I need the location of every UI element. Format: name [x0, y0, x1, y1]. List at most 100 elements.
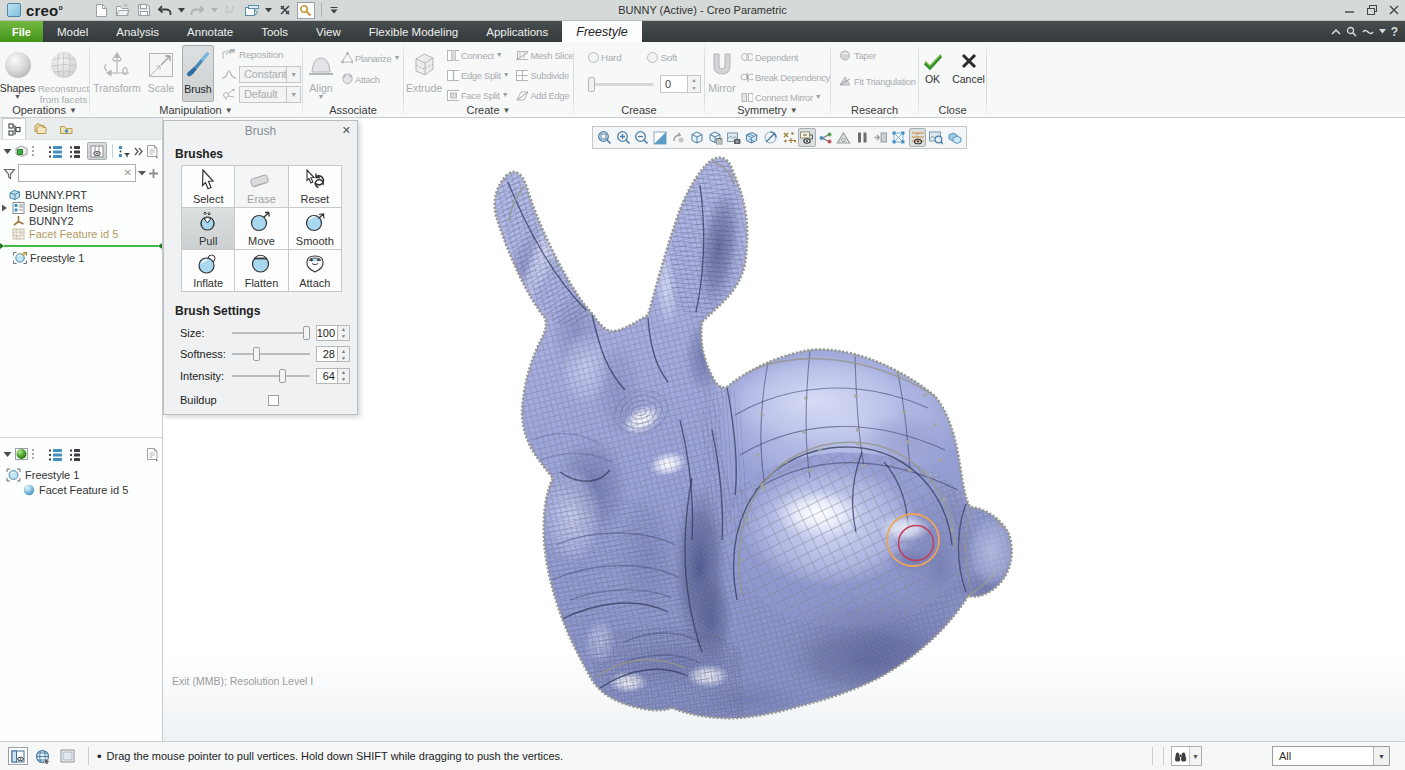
crease-value-input[interactable]: 0 [660, 75, 688, 93]
resume-button[interactable] [872, 128, 889, 147]
tree-collapse-all-button[interactable] [69, 142, 81, 160]
softness-slider[interactable] [232, 353, 310, 355]
brush-move-button[interactable]: Move [235, 208, 287, 249]
favorites-tab[interactable] [54, 118, 78, 139]
tree-settings-doc-button[interactable] [145, 142, 159, 160]
attach-button[interactable]: Attach [339, 70, 401, 88]
tab-flexible-modeling[interactable]: Flexible Modeling [355, 21, 473, 42]
brush-reset-button[interactable]: Reset [289, 166, 341, 207]
search-model-button[interactable] [297, 2, 315, 19]
mesh-slice-button[interactable]: Mesh Slice [514, 46, 573, 64]
zoom-out-button[interactable] [633, 128, 650, 147]
subdivide-button[interactable]: Subdivide [514, 66, 573, 84]
manipulation-group-label[interactable]: Manipulation▼ [90, 103, 302, 117]
help-icon[interactable]: ? [1391, 25, 1398, 39]
tree-item-design-items[interactable]: Design Items [0, 201, 162, 214]
create-group-label[interactable]: Create▼ [404, 103, 573, 117]
intensity-spinner[interactable]: ▲▼ [338, 368, 350, 384]
restore-button[interactable] [1361, 0, 1383, 20]
pane2-collapse-all-button[interactable] [69, 445, 81, 463]
tree-item-freestyle[interactable]: Freestyle 1 [0, 251, 162, 264]
filter-clear-icon[interactable]: ✕ [124, 167, 132, 178]
dependent-button[interactable]: Dependent [739, 48, 830, 66]
close-button[interactable] [1383, 0, 1405, 20]
softness-value-input[interactable]: 28 [316, 346, 338, 362]
brush-inflate-button[interactable]: Inflate [182, 250, 234, 291]
minimize-ribbon-icon[interactable] [1331, 28, 1341, 36]
control-mesh-button[interactable] [890, 128, 907, 147]
regenerate-button[interactable] [222, 2, 240, 19]
tree-filter-input[interactable]: ✕ [18, 164, 136, 182]
brush-pull-button[interactable]: Pull [182, 208, 234, 249]
filter-dropdown[interactable] [138, 164, 146, 182]
display-style-button[interactable] [725, 128, 742, 147]
taper-button[interactable]: Taper [837, 46, 877, 64]
binoculars-icon[interactable] [1172, 747, 1189, 765]
size-slider[interactable] [232, 332, 310, 334]
add-edge-button[interactable]: Add Edge [514, 86, 573, 103]
web-browser-toggle-button[interactable] [34, 747, 52, 765]
zoom-in-button[interactable] [614, 128, 631, 147]
planarize-button[interactable]: Planarize▼ [339, 49, 401, 67]
tab-applications[interactable]: Applications [472, 21, 562, 42]
tab-freestyle[interactable]: Freestyle [562, 21, 641, 42]
minimize-button[interactable] [1339, 0, 1361, 20]
crease-spinner[interactable]: ▲▼ [688, 75, 701, 93]
graphics-area[interactable]: Exit (MMB); Resolution Level I Brush ✕ B… [163, 118, 1405, 741]
model-tree-toggle-button[interactable] [8, 747, 28, 765]
filter-add-button[interactable] [148, 164, 159, 182]
folder-browser-tab[interactable] [28, 118, 52, 139]
tab-view[interactable]: View [302, 21, 355, 42]
display-vertices-button[interactable] [909, 128, 926, 147]
extrude-button[interactable]: Extrude [407, 45, 441, 94]
find-dropdown[interactable]: ▼ [1189, 747, 1201, 765]
tab-file[interactable]: File [0, 21, 43, 42]
tab-tools[interactable]: Tools [247, 21, 302, 42]
open-file-button[interactable] [114, 2, 132, 19]
pane2-collapse-caret[interactable] [3, 445, 12, 463]
pane2-feature-icon[interactable] [14, 445, 29, 463]
selection-filter-combo[interactable]: All ▼ [1272, 746, 1390, 766]
brush-panel-header[interactable]: Brush ✕ [164, 121, 357, 141]
connect-status-icon[interactable] [1362, 28, 1374, 36]
cancel-button[interactable]: Cancel [952, 48, 986, 85]
full-screen-toggle-button[interactable] [58, 747, 76, 765]
model-tree-tab[interactable] [2, 118, 26, 139]
new-file-button[interactable] [93, 2, 111, 19]
tree-insert-locator[interactable] [0, 242, 162, 249]
tree-collapse-caret[interactable] [3, 142, 12, 160]
transform-button[interactable]: Transform [94, 45, 140, 94]
spin-center-button[interactable] [670, 128, 687, 147]
size-value-input[interactable]: 100 [316, 325, 338, 341]
buildup-checkbox[interactable] [268, 395, 279, 406]
pane2-settings-doc-button[interactable] [145, 445, 159, 463]
shading-style-button[interactable] [743, 128, 760, 147]
ok-button[interactable]: OK [920, 48, 946, 85]
softness-spinner[interactable]: ▲▼ [338, 346, 350, 362]
utility-dropdown-icon[interactable] [1379, 29, 1386, 34]
break-dependency-button[interactable]: Break Dependency [739, 68, 830, 86]
align-button[interactable]: Align ▼ [306, 45, 336, 100]
qat-customize-dropdown[interactable] [328, 2, 340, 19]
redo-button[interactable] [189, 2, 207, 19]
scale-button[interactable]: Scale [144, 45, 178, 94]
tree2-item-facet-feature[interactable]: Facet Feature id 5 [0, 482, 162, 497]
search-icon[interactable] [1346, 26, 1357, 37]
undo-dropdown[interactable] [177, 2, 186, 19]
brush-select-button[interactable]: Select [182, 166, 234, 207]
frame-select[interactable]: Default▼ [239, 86, 301, 103]
operations-group-label[interactable]: Operations▼ [0, 103, 89, 117]
crease-hard-radio[interactable]: Hard [588, 48, 621, 66]
brush-erase-button[interactable]: Erase [235, 166, 287, 207]
size-spinner[interactable]: ▲▼ [338, 325, 350, 341]
reconstruct-from-facets-button[interactable]: Reconstruct from facets [38, 45, 90, 103]
window-switch-button[interactable] [243, 2, 261, 19]
crease-slider[interactable] [588, 83, 654, 86]
tree-dots-menu[interactable] [31, 142, 35, 160]
tab-annotate[interactable]: Annotate [173, 21, 247, 42]
geometry-check-button[interactable] [835, 128, 852, 147]
intensity-value-input[interactable]: 64 [316, 368, 338, 384]
window-dropdown[interactable] [264, 2, 273, 19]
brush-button[interactable]: Brush [182, 45, 214, 102]
close-window-button[interactable] [276, 2, 294, 19]
